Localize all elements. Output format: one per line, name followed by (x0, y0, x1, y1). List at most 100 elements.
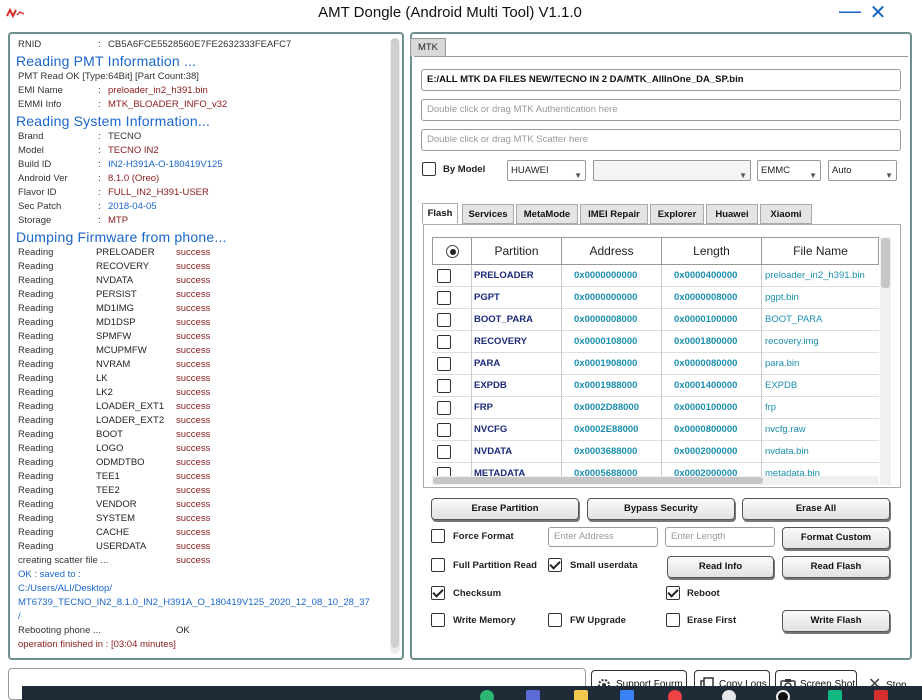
log-line-emi-name: EMI Name : preloader_in2_h391.bin (18, 85, 208, 96)
file-name-cell[interactable]: para.bin (765, 353, 879, 375)
scatter-file-field[interactable]: Double click or drag MTK Scatter here (421, 129, 901, 151)
minimize-button[interactable]: — (838, 0, 862, 24)
log-line-reading: Reading LOGO success (18, 443, 211, 454)
length-input[interactable]: Enter Length (665, 527, 775, 547)
table-scroll-thumb[interactable] (881, 238, 890, 288)
file-name-cell[interactable]: nvdata.bin (765, 441, 879, 463)
table-row[interactable]: EXPDB 0x0001988000 0x0001400000 EXPDB (432, 375, 879, 397)
write-memory-checkbox[interactable] (431, 613, 445, 627)
tab-imei-repair[interactable]: IMEI Repair (580, 204, 648, 224)
row-checkbox[interactable] (437, 467, 451, 476)
table-vertical-scrollbar[interactable] (880, 237, 891, 485)
table-row[interactable]: PGPT 0x0000000000 0x0000008000 pgpt.bin (432, 287, 879, 309)
tab-metamode[interactable]: MetaMode (516, 204, 578, 224)
edge-icon[interactable] (480, 690, 494, 700)
file-name-cell[interactable]: recovery.img (765, 331, 879, 353)
file-name-cell[interactable]: preloader_in2_h391.bin (765, 265, 879, 287)
fw-upgrade-checkbox[interactable] (548, 613, 562, 627)
partition-name-cell: PGPT (474, 292, 500, 303)
column-length: Length (662, 238, 762, 265)
bypass-security-button[interactable]: Bypass Security (587, 498, 735, 520)
checksum-checkbox[interactable] (431, 586, 445, 600)
app-icon-red[interactable] (668, 690, 682, 700)
table-horizontal-scrollbar[interactable] (432, 476, 879, 485)
app-icon-dark[interactable] (776, 690, 790, 700)
row-checkbox[interactable] (437, 401, 451, 415)
reboot-checkbox[interactable] (666, 586, 680, 600)
table-row[interactable]: NVCFG 0x0002E88000 0x0000800000 nvcfg.raw (432, 419, 879, 441)
row-checkbox[interactable] (437, 291, 451, 305)
app-icon[interactable] (526, 690, 540, 700)
storage-combo[interactable]: EMMC ▼ (757, 160, 821, 181)
full-partition-read-checkbox[interactable] (431, 558, 445, 572)
close-button[interactable]: ✕ (866, 2, 890, 24)
tab-flash[interactable]: Flash (422, 203, 458, 224)
read-flash-button[interactable]: Read Flash (782, 556, 890, 578)
mode-combo[interactable]: Auto ▼ (828, 160, 897, 181)
column-divider (471, 463, 472, 476)
auth-file-field[interactable]: Double click or drag MTK Authentication … (421, 99, 901, 121)
table-row[interactable]: METADATA 0x0005688000 0x0002000000 metadata… (432, 463, 879, 476)
log-scroll-thumb[interactable] (391, 38, 399, 648)
amt-taskbar-icon[interactable] (874, 690, 888, 700)
row-checkbox[interactable] (437, 379, 451, 393)
store-icon[interactable] (620, 690, 634, 700)
address-cell: 0x0000008000 (574, 314, 638, 325)
table-row[interactable]: NVDATA 0x0003688000 0x0002000000 nvdata.bin (432, 441, 879, 463)
table-row[interactable]: PRELOADER 0x0000000000 0x0000400000 preload… (432, 265, 879, 287)
address-cell: 0x0005688000 (574, 468, 638, 476)
file-name-cell[interactable]: frp (765, 397, 879, 419)
row-checkbox[interactable] (437, 445, 451, 459)
row-checkbox[interactable] (437, 335, 451, 349)
row-checkbox[interactable] (437, 423, 451, 437)
select-all-header[interactable] (433, 238, 472, 265)
tab-explorer[interactable]: Explorer (650, 204, 704, 224)
write-flash-button[interactable]: Write Flash (782, 610, 890, 632)
app-icon-grey[interactable] (722, 690, 736, 700)
by-model-checkbox[interactable] (422, 162, 436, 176)
force-format-checkbox[interactable] (431, 529, 445, 543)
read-info-button[interactable]: Read Info (667, 556, 774, 578)
table-row[interactable]: PARA 0x0001908000 0x0000080000 para.bin (432, 353, 879, 375)
log-line-reading: Reading LOADER_EXT2 success (18, 415, 211, 426)
tab-mtk[interactable]: MTK (410, 38, 446, 56)
log-line-saved-path-2: MT6739_TECNO_IN2_8.1.0_IN2_H391A_O_18041… (18, 597, 370, 608)
column-divider (471, 265, 472, 287)
row-checkbox[interactable] (437, 269, 451, 283)
file-name-cell[interactable]: EXPDB (765, 375, 879, 397)
table-row[interactable]: BOOT_PARA 0x0000008000 0x0000100000 BOOT_PA… (432, 309, 879, 331)
log-line-reading: Reading USERDATA success (18, 541, 211, 552)
table-hscroll-thumb[interactable] (433, 477, 763, 484)
column-divider (761, 463, 762, 476)
partition-name-cell: BOOT_PARA (474, 314, 533, 325)
small-userdata-checkbox[interactable] (548, 558, 562, 572)
model-combo[interactable]: ▼ (593, 160, 751, 181)
row-checkbox[interactable] (437, 313, 451, 327)
file-name-cell[interactable]: nvcfg.raw (765, 419, 879, 441)
app-icon-green[interactable] (828, 690, 842, 700)
file-name-cell[interactable]: BOOT_PARA (765, 309, 879, 331)
format-custom-button[interactable]: Format Custom (782, 527, 890, 549)
erase-all-button[interactable]: Erase All (742, 498, 890, 520)
log-scrollbar[interactable] (390, 38, 400, 654)
address-cell: 0x0001988000 (574, 380, 638, 391)
folder-icon[interactable] (574, 690, 588, 700)
tab-services[interactable]: Services (462, 204, 514, 224)
log-line-reading: Reading PRELOADER success (18, 247, 211, 258)
da-file-field[interactable]: E:/ALL MTK DA FILES NEW/TECNO IN 2 DA/MT… (421, 69, 901, 91)
by-model-label: By Model (443, 164, 486, 175)
address-input[interactable]: Enter Address (548, 527, 658, 547)
file-name-cell[interactable]: metadata.bin (765, 463, 879, 476)
table-row[interactable]: FRP 0x0002D88000 0x0000100000 frp (432, 397, 879, 419)
row-checkbox[interactable] (437, 357, 451, 371)
tab-huawei[interactable]: Huawei (706, 204, 758, 224)
file-name-cell[interactable]: pgpt.bin (765, 287, 879, 309)
erase-first-checkbox[interactable] (666, 613, 680, 627)
tab-xiaomi[interactable]: Xiaomi (760, 204, 812, 224)
table-row[interactable]: RECOVERY 0x0000108000 0x0001800000 recovery… (432, 331, 879, 353)
log-line-reading: Reading SYSTEM success (18, 513, 211, 524)
column-divider (661, 353, 662, 375)
erase-partition-button[interactable]: Erase Partition (431, 498, 579, 520)
log-pmt-read: PMT Read OK [Type:64Bit] [Part Count:38] (18, 71, 199, 82)
brand-combo[interactable]: HUAWEI ▼ (507, 160, 586, 181)
